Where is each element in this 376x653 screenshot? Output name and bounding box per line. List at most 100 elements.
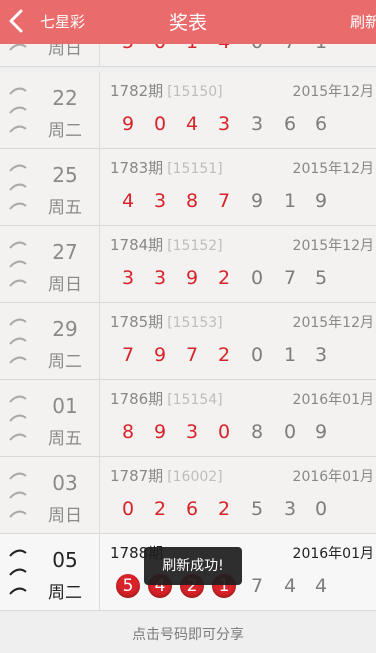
arc-icon bbox=[9, 318, 27, 364]
draw-number[interactable]: 0 bbox=[116, 497, 140, 521]
draw-day: 29 bbox=[52, 317, 78, 341]
draw-number[interactable]: 0 bbox=[278, 420, 302, 444]
draw-number[interactable]: 3 bbox=[148, 189, 172, 213]
issue-code: [16002] bbox=[167, 469, 223, 485]
draw-number[interactable]: 3 bbox=[148, 266, 172, 290]
draw-row[interactable]: 25 周五 1783期 [15151] 2015年12月 4 3 8 7 9 1 … bbox=[0, 149, 376, 226]
issue-label: 1784期 [15152] bbox=[110, 234, 223, 255]
draw-number[interactable]: 1 bbox=[278, 189, 302, 213]
issue-number: 1785期 bbox=[110, 313, 164, 331]
draw-number[interactable]: 3 bbox=[278, 497, 302, 521]
draw-date-cell: 29 周二 bbox=[0, 303, 100, 379]
draw-number[interactable]: 9 bbox=[148, 343, 172, 367]
issue-number: 1784期 bbox=[110, 236, 164, 254]
draw-number[interactable]: 2 bbox=[212, 497, 236, 521]
draw-number[interactable]: 9 bbox=[245, 189, 269, 213]
draw-number[interactable]: 0 bbox=[245, 266, 269, 290]
draw-number[interactable]: 8 bbox=[116, 420, 140, 444]
toast-message: 刷新成功! bbox=[144, 547, 242, 585]
draw-number[interactable]: 0 bbox=[148, 112, 172, 136]
draw-month: 2015年12月 bbox=[292, 315, 374, 331]
draw-number[interactable]: 2 bbox=[212, 343, 236, 367]
arc-icon bbox=[9, 549, 27, 595]
draw-number[interactable]: 3 bbox=[309, 343, 333, 367]
issue-number: 1783期 bbox=[110, 159, 164, 177]
draw-row[interactable]: 22 周二 1782期 [15150] 2015年12月 9 0 4 3 3 6 … bbox=[0, 72, 376, 149]
issue-label: 1783期 [15151] bbox=[110, 157, 223, 178]
draw-number[interactable]: 3 bbox=[245, 112, 269, 136]
draw-month: 2016年01月 bbox=[292, 392, 374, 408]
share-hint: 点击号码即可分享 bbox=[0, 611, 376, 653]
arc-icon bbox=[9, 164, 27, 210]
issue-code: [15153] bbox=[167, 315, 223, 331]
issue-number: 1786期 bbox=[110, 390, 164, 408]
draw-day: 25 bbox=[52, 163, 78, 187]
draw-month: 2015年12月 bbox=[292, 161, 374, 177]
draw-weekday: 周二 bbox=[48, 121, 82, 141]
issue-label: 1782期 [15150] bbox=[110, 80, 223, 101]
arc-icon bbox=[9, 472, 27, 518]
draw-number[interactable]: 9 bbox=[309, 189, 333, 213]
draw-number[interactable]: 9 bbox=[309, 420, 333, 444]
issue-label: 1785期 [15153] bbox=[110, 311, 223, 332]
draw-number[interactable]: 6 bbox=[180, 497, 204, 521]
draw-date-cell: 05 周二 bbox=[0, 534, 100, 610]
draw-month: 2015年12月 bbox=[292, 238, 374, 254]
draw-number[interactable]: 7 bbox=[278, 266, 302, 290]
draw-row[interactable]: 29 周二 1785期 [15153] 2015年12月 7 9 7 2 0 1 … bbox=[0, 303, 376, 380]
draw-date-cell: 25 周五 bbox=[0, 149, 100, 225]
draw-day: 22 bbox=[52, 86, 78, 110]
draw-number[interactable]: 8 bbox=[245, 420, 269, 444]
draw-number[interactable]: 2 bbox=[148, 497, 172, 521]
arc-icon bbox=[9, 395, 27, 441]
draw-number[interactable]: 0 bbox=[245, 343, 269, 367]
arc-icon bbox=[9, 241, 27, 287]
draw-row[interactable]: 01 周五 1786期 [15154] 2016年01月 8 9 3 0 8 0 … bbox=[0, 380, 376, 457]
issue-code: [15152] bbox=[167, 238, 223, 254]
draw-number[interactable]: 3 bbox=[212, 112, 236, 136]
draw-number[interactable]: 4 bbox=[116, 189, 140, 213]
issue-label: 1787期 [16002] bbox=[110, 465, 223, 486]
issue-code: [15151] bbox=[167, 161, 223, 177]
draw-weekday: 周五 bbox=[48, 429, 82, 449]
draw-number[interactable]: 7 bbox=[180, 343, 204, 367]
draw-weekday: 周日 bbox=[48, 506, 82, 526]
draw-date-cell: 22 周二 bbox=[0, 72, 100, 148]
draw-number[interactable]: 2 bbox=[212, 266, 236, 290]
draw-row[interactable]: 03 周日 1787期 [16002] 2016年01月 0 2 6 2 5 3 … bbox=[0, 457, 376, 534]
issue-code: [15150] bbox=[167, 84, 223, 100]
draw-number[interactable]: 9 bbox=[180, 266, 204, 290]
draw-month: 2016年01月 bbox=[292, 469, 374, 485]
draw-weekday: 周二 bbox=[48, 352, 82, 372]
draw-number[interactable]: 3 bbox=[180, 420, 204, 444]
draw-number[interactable]: 4 bbox=[278, 574, 302, 598]
draw-weekday: 周五 bbox=[48, 198, 82, 218]
draw-number[interactable]: 3 bbox=[116, 266, 140, 290]
issue-code: [15154] bbox=[167, 392, 223, 408]
draw-number[interactable]: 7 bbox=[116, 343, 140, 367]
draw-number[interactable]: 0 bbox=[309, 497, 333, 521]
draw-date-cell: 27 周日 bbox=[0, 226, 100, 302]
draw-day: 27 bbox=[52, 240, 78, 264]
draw-number[interactable]: 5 bbox=[309, 266, 333, 290]
draw-number[interactable]: 7 bbox=[212, 189, 236, 213]
draw-number[interactable]: 7 bbox=[245, 574, 269, 598]
draw-number[interactable]: 0 bbox=[212, 420, 236, 444]
draw-number[interactable]: 6 bbox=[309, 112, 333, 136]
draw-weekday: 周日 bbox=[48, 275, 82, 295]
draw-number[interactable]: 4 bbox=[180, 112, 204, 136]
draw-number[interactable]: 6 bbox=[278, 112, 302, 136]
page-title: 奖表 bbox=[168, 12, 207, 34]
draw-number[interactable]: 5 bbox=[245, 497, 269, 521]
draw-row[interactable]: 27 周日 1784期 [15152] 2015年12月 3 3 9 2 0 7 … bbox=[0, 226, 376, 303]
refresh-button[interactable]: 刷新 bbox=[350, 11, 376, 32]
draw-number-ball[interactable]: 5 bbox=[116, 574, 140, 598]
draw-month: 2016年01月 bbox=[292, 546, 374, 562]
draw-number[interactable]: 9 bbox=[116, 112, 140, 136]
draw-number[interactable]: 1 bbox=[278, 343, 302, 367]
issue-number: 1782期 bbox=[110, 82, 164, 100]
draw-number[interactable]: 8 bbox=[180, 189, 204, 213]
arc-icon bbox=[9, 87, 27, 133]
draw-number[interactable]: 4 bbox=[309, 574, 333, 598]
draw-number[interactable]: 9 bbox=[148, 420, 172, 444]
